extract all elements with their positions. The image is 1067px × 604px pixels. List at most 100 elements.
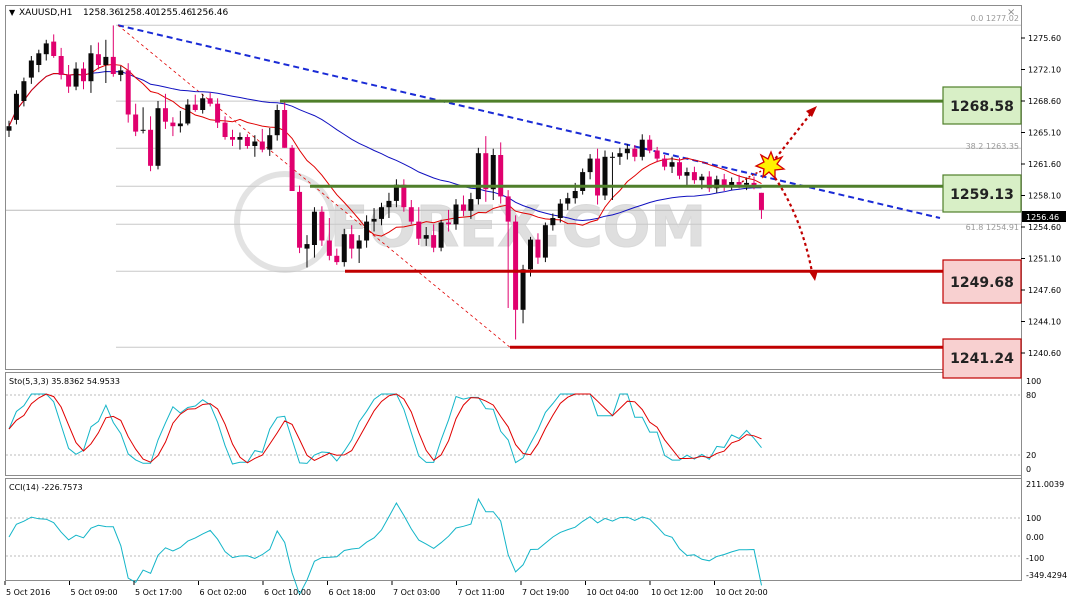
svg-text:0.00: 0.00	[1026, 533, 1044, 542]
candle-body	[446, 222, 452, 225]
candle	[542, 222, 548, 263]
candle-body	[632, 148, 638, 157]
candle-body	[379, 207, 384, 219]
price-tick-label: 1261.60	[1028, 160, 1061, 169]
candle-body	[207, 98, 213, 104]
candle-body	[550, 218, 556, 226]
svg-text:1256.46: 1256.46	[1026, 213, 1059, 222]
level-box-1268: 1268.58	[942, 86, 1022, 125]
candle	[13, 90, 19, 125]
candle-body	[319, 211, 325, 241]
candle-body	[334, 255, 340, 263]
candle-body	[758, 192, 764, 210]
candle-body	[475, 153, 481, 200]
svg-text:1241.24: 1241.24	[950, 351, 1014, 367]
svg-text:-349.4294: -349.4294	[1026, 571, 1067, 580]
candle-body	[58, 56, 64, 75]
candle-body	[88, 53, 94, 82]
candle-body	[453, 204, 459, 225]
svg-text:-100: -100	[1026, 554, 1044, 563]
svg-text:100: 100	[1026, 377, 1041, 386]
time-tick-label: 6 Oct 10:00	[264, 588, 311, 597]
fib-label-38: 38.2 1263.35	[966, 142, 1019, 151]
candle-body	[185, 104, 191, 124]
candle-body	[356, 240, 362, 249]
candle-body	[528, 239, 533, 270]
time-tick-label: 5 Oct 17:00	[135, 588, 182, 597]
candle-body	[513, 221, 519, 310]
candle-body	[654, 150, 660, 159]
svg-text:100: 100	[1026, 514, 1041, 523]
cci-label: CCI(14) -226.7573	[9, 483, 83, 492]
level-box-1249: 1249.68	[942, 259, 1022, 304]
candle-body	[95, 54, 101, 65]
price-tick-label: 1251.10	[1028, 255, 1061, 264]
candle-body	[162, 108, 168, 122]
time-tick-label: 5 Oct 2016	[6, 588, 50, 597]
price-tick-label: 1254.60	[1028, 223, 1061, 232]
candle-body	[647, 139, 653, 151]
price-tick-label: 1268.60	[1028, 97, 1061, 106]
candle-body	[125, 70, 131, 115]
price-tick-label: 1240.60	[1028, 349, 1061, 358]
candle-body	[297, 191, 303, 248]
candle-body	[535, 239, 541, 258]
candle-body	[170, 122, 176, 127]
candle-body	[438, 222, 444, 248]
candle-body	[609, 156, 615, 158]
price-tick-label: 1258.10	[1028, 192, 1061, 201]
candle	[580, 168, 586, 195]
price-tick-label: 1244.10	[1028, 318, 1061, 327]
candle-body	[230, 137, 235, 140]
candle-body	[624, 148, 630, 154]
candle-body	[371, 218, 377, 222]
candle-body	[401, 184, 407, 208]
price-tick-label: 1247.60	[1028, 286, 1061, 295]
svg-text:1259.13: 1259.13	[950, 187, 1014, 203]
candle-body	[498, 155, 504, 197]
candle-body	[602, 156, 608, 196]
svg-text:1249.68: 1249.68	[950, 275, 1014, 291]
candle-body	[21, 81, 27, 101]
candle-body	[177, 123, 183, 127]
candle-body	[580, 172, 586, 191]
ohlc-high: 1258.40	[119, 8, 156, 18]
candle-body	[416, 221, 422, 239]
price-tick-label: 1272.10	[1028, 66, 1061, 75]
time-tick-label: 7 Oct 11:00	[458, 588, 505, 597]
candle-body	[691, 172, 697, 181]
candle-body	[431, 235, 437, 248]
candle-body	[639, 139, 645, 157]
ohlc-low: 1255.46	[155, 8, 192, 18]
candle-body	[237, 137, 243, 140]
candle-body	[118, 70, 124, 75]
fib-label-0: 0.0 1277.02	[971, 14, 1019, 23]
candle-body	[289, 147, 295, 191]
candle-body	[349, 234, 355, 249]
candle	[602, 150, 608, 200]
candle-body	[110, 56, 116, 74]
price-tick-label: 1265.10	[1028, 129, 1061, 138]
candle-body	[364, 221, 370, 241]
candle-body	[13, 93, 19, 120]
chart-collapse-icon[interactable]: ▼	[9, 8, 16, 17]
candle-body	[386, 200, 392, 208]
time-tick-label: 7 Oct 03:00	[393, 588, 440, 597]
svg-text:20: 20	[1026, 451, 1036, 460]
candle-body	[326, 240, 332, 256]
candle-body	[274, 110, 280, 136]
candle-body	[6, 126, 12, 131]
candle-body	[252, 141, 258, 146]
candle-body	[81, 68, 86, 82]
candle-body	[215, 103, 221, 123]
svg-text:1268.58: 1268.58	[950, 99, 1014, 115]
candle-body	[460, 204, 466, 211]
candle-body	[73, 68, 79, 87]
time-tick-label: 6 Oct 18:00	[329, 588, 376, 597]
chart-symbol: XAUUSD,H1	[19, 8, 73, 18]
candle-body	[423, 235, 429, 239]
candle	[125, 63, 131, 123]
candle-body	[505, 196, 511, 222]
candle-body	[282, 110, 288, 148]
candle-body	[311, 211, 317, 245]
